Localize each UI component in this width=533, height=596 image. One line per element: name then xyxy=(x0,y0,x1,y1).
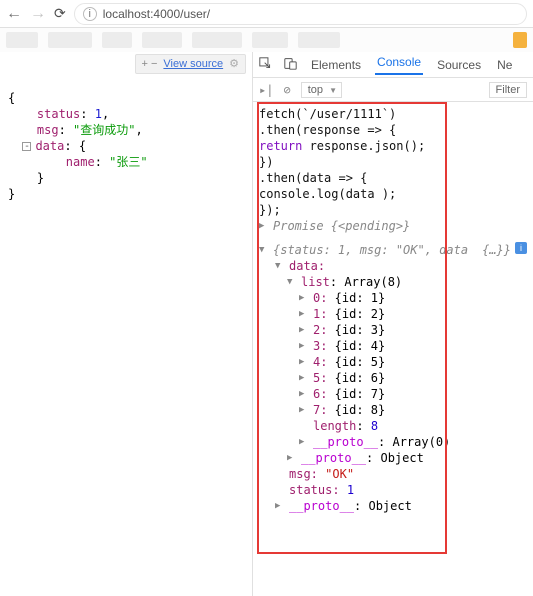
expand-icon[interactable] xyxy=(275,258,285,274)
array-item[interactable]: 4: {id: 5} xyxy=(259,354,527,370)
gear-icon[interactable]: ⚙ xyxy=(229,56,239,72)
expand-icon[interactable] xyxy=(299,386,309,402)
back-button[interactable]: ← xyxy=(6,6,22,22)
expand-icon[interactable] xyxy=(259,218,269,234)
devtools-panel: Elements Console Sources Ne ▸| ⊘ top Fil… xyxy=(252,52,533,596)
array-item[interactable]: 0: {id: 1} xyxy=(259,290,527,306)
expand-icon[interactable] xyxy=(299,322,309,338)
length-prop: length: 8 xyxy=(259,418,527,434)
json-key: data xyxy=(35,139,64,153)
promise-line[interactable]: Promise {<pending>} xyxy=(259,218,527,234)
devtools-tabs: Elements Console Sources Ne xyxy=(253,52,533,78)
json-string: "查询成功" xyxy=(73,123,135,137)
address-text: localhost:4000/user/ xyxy=(103,7,210,21)
status-prop: status: 1 xyxy=(259,482,527,498)
response-object[interactable]: {status: 1, msg: "OK", data {…}} i xyxy=(259,242,527,258)
sidebar-toggle-icon[interactable]: ▸| xyxy=(259,83,273,97)
site-info-icon[interactable]: i xyxy=(83,7,97,21)
json-response-pane: + − View source ⚙ { status: 1, msg: "查询成… xyxy=(0,52,252,596)
tab-more[interactable]: Ne xyxy=(495,58,514,72)
proto-node[interactable]: __proto__: Object xyxy=(259,450,527,466)
json-key: status xyxy=(37,107,80,121)
proto-node[interactable]: __proto__: Array(0) xyxy=(259,434,527,450)
address-bar[interactable]: i localhost:4000/user/ xyxy=(74,3,527,25)
view-source-link[interactable]: View source xyxy=(163,56,223,72)
tab-elements[interactable]: Elements xyxy=(309,58,363,72)
array-item[interactable]: 6: {id: 7} xyxy=(259,386,527,402)
array-item[interactable]: 2: {id: 3} xyxy=(259,322,527,338)
console-input-code: fetch(`/user/1111`) .then(response => { … xyxy=(259,106,527,218)
browser-toolbar: ← → ⟳ i localhost:4000/user/ xyxy=(0,0,533,28)
reload-button[interactable]: ⟳ xyxy=(54,5,66,22)
proto-node[interactable]: __proto__: Object xyxy=(259,498,527,514)
console-body[interactable]: fetch(`/user/1111`) .then(response => { … xyxy=(253,102,533,596)
json-key: msg xyxy=(37,123,59,137)
device-icon[interactable] xyxy=(284,57,297,73)
json-key: name xyxy=(66,155,95,169)
expand-icon[interactable] xyxy=(287,450,297,466)
collapse-toggle-icon[interactable]: + − xyxy=(142,56,158,72)
expand-icon[interactable] xyxy=(259,242,269,258)
expand-icon[interactable] xyxy=(299,434,309,450)
data-node[interactable]: data: xyxy=(259,258,527,274)
array-item[interactable]: 7: {id: 8} xyxy=(259,402,527,418)
console-toolbar: ▸| ⊘ top Filter xyxy=(253,78,533,102)
json-string: "张三" xyxy=(109,155,147,169)
main-area: + − View source ⚙ { status: 1, msg: "查询成… xyxy=(0,52,533,596)
json-num: 1 xyxy=(95,107,102,121)
msg-prop: msg: "OK" xyxy=(259,466,527,482)
bookmark-bar xyxy=(0,28,533,52)
expand-icon[interactable] xyxy=(299,370,309,386)
expand-icon[interactable] xyxy=(299,402,309,418)
array-item[interactable]: 1: {id: 2} xyxy=(259,306,527,322)
clear-console-icon[interactable]: ⊘ xyxy=(283,83,290,97)
collapse-icon[interactable]: - xyxy=(22,142,31,151)
info-icon[interactable]: i xyxy=(515,242,527,254)
forward-button[interactable]: → xyxy=(30,6,46,22)
view-source-pill[interactable]: + − View source ⚙ xyxy=(135,54,247,74)
array-item[interactable]: 3: {id: 4} xyxy=(259,338,527,354)
expand-icon[interactable] xyxy=(275,498,285,514)
array-item[interactable]: 5: {id: 6} xyxy=(259,370,527,386)
expand-icon[interactable] xyxy=(287,274,297,290)
tab-sources[interactable]: Sources xyxy=(435,58,483,72)
expand-icon[interactable] xyxy=(299,338,309,354)
inspect-icon[interactable] xyxy=(259,57,272,73)
context-select[interactable]: top xyxy=(301,82,342,98)
list-node[interactable]: list: Array(8) xyxy=(259,274,527,290)
expand-icon[interactable] xyxy=(299,306,309,322)
expand-icon[interactable] xyxy=(299,354,309,370)
tab-console[interactable]: Console xyxy=(375,55,423,75)
filter-input[interactable]: Filter xyxy=(489,82,527,98)
expand-icon[interactable] xyxy=(299,290,309,306)
